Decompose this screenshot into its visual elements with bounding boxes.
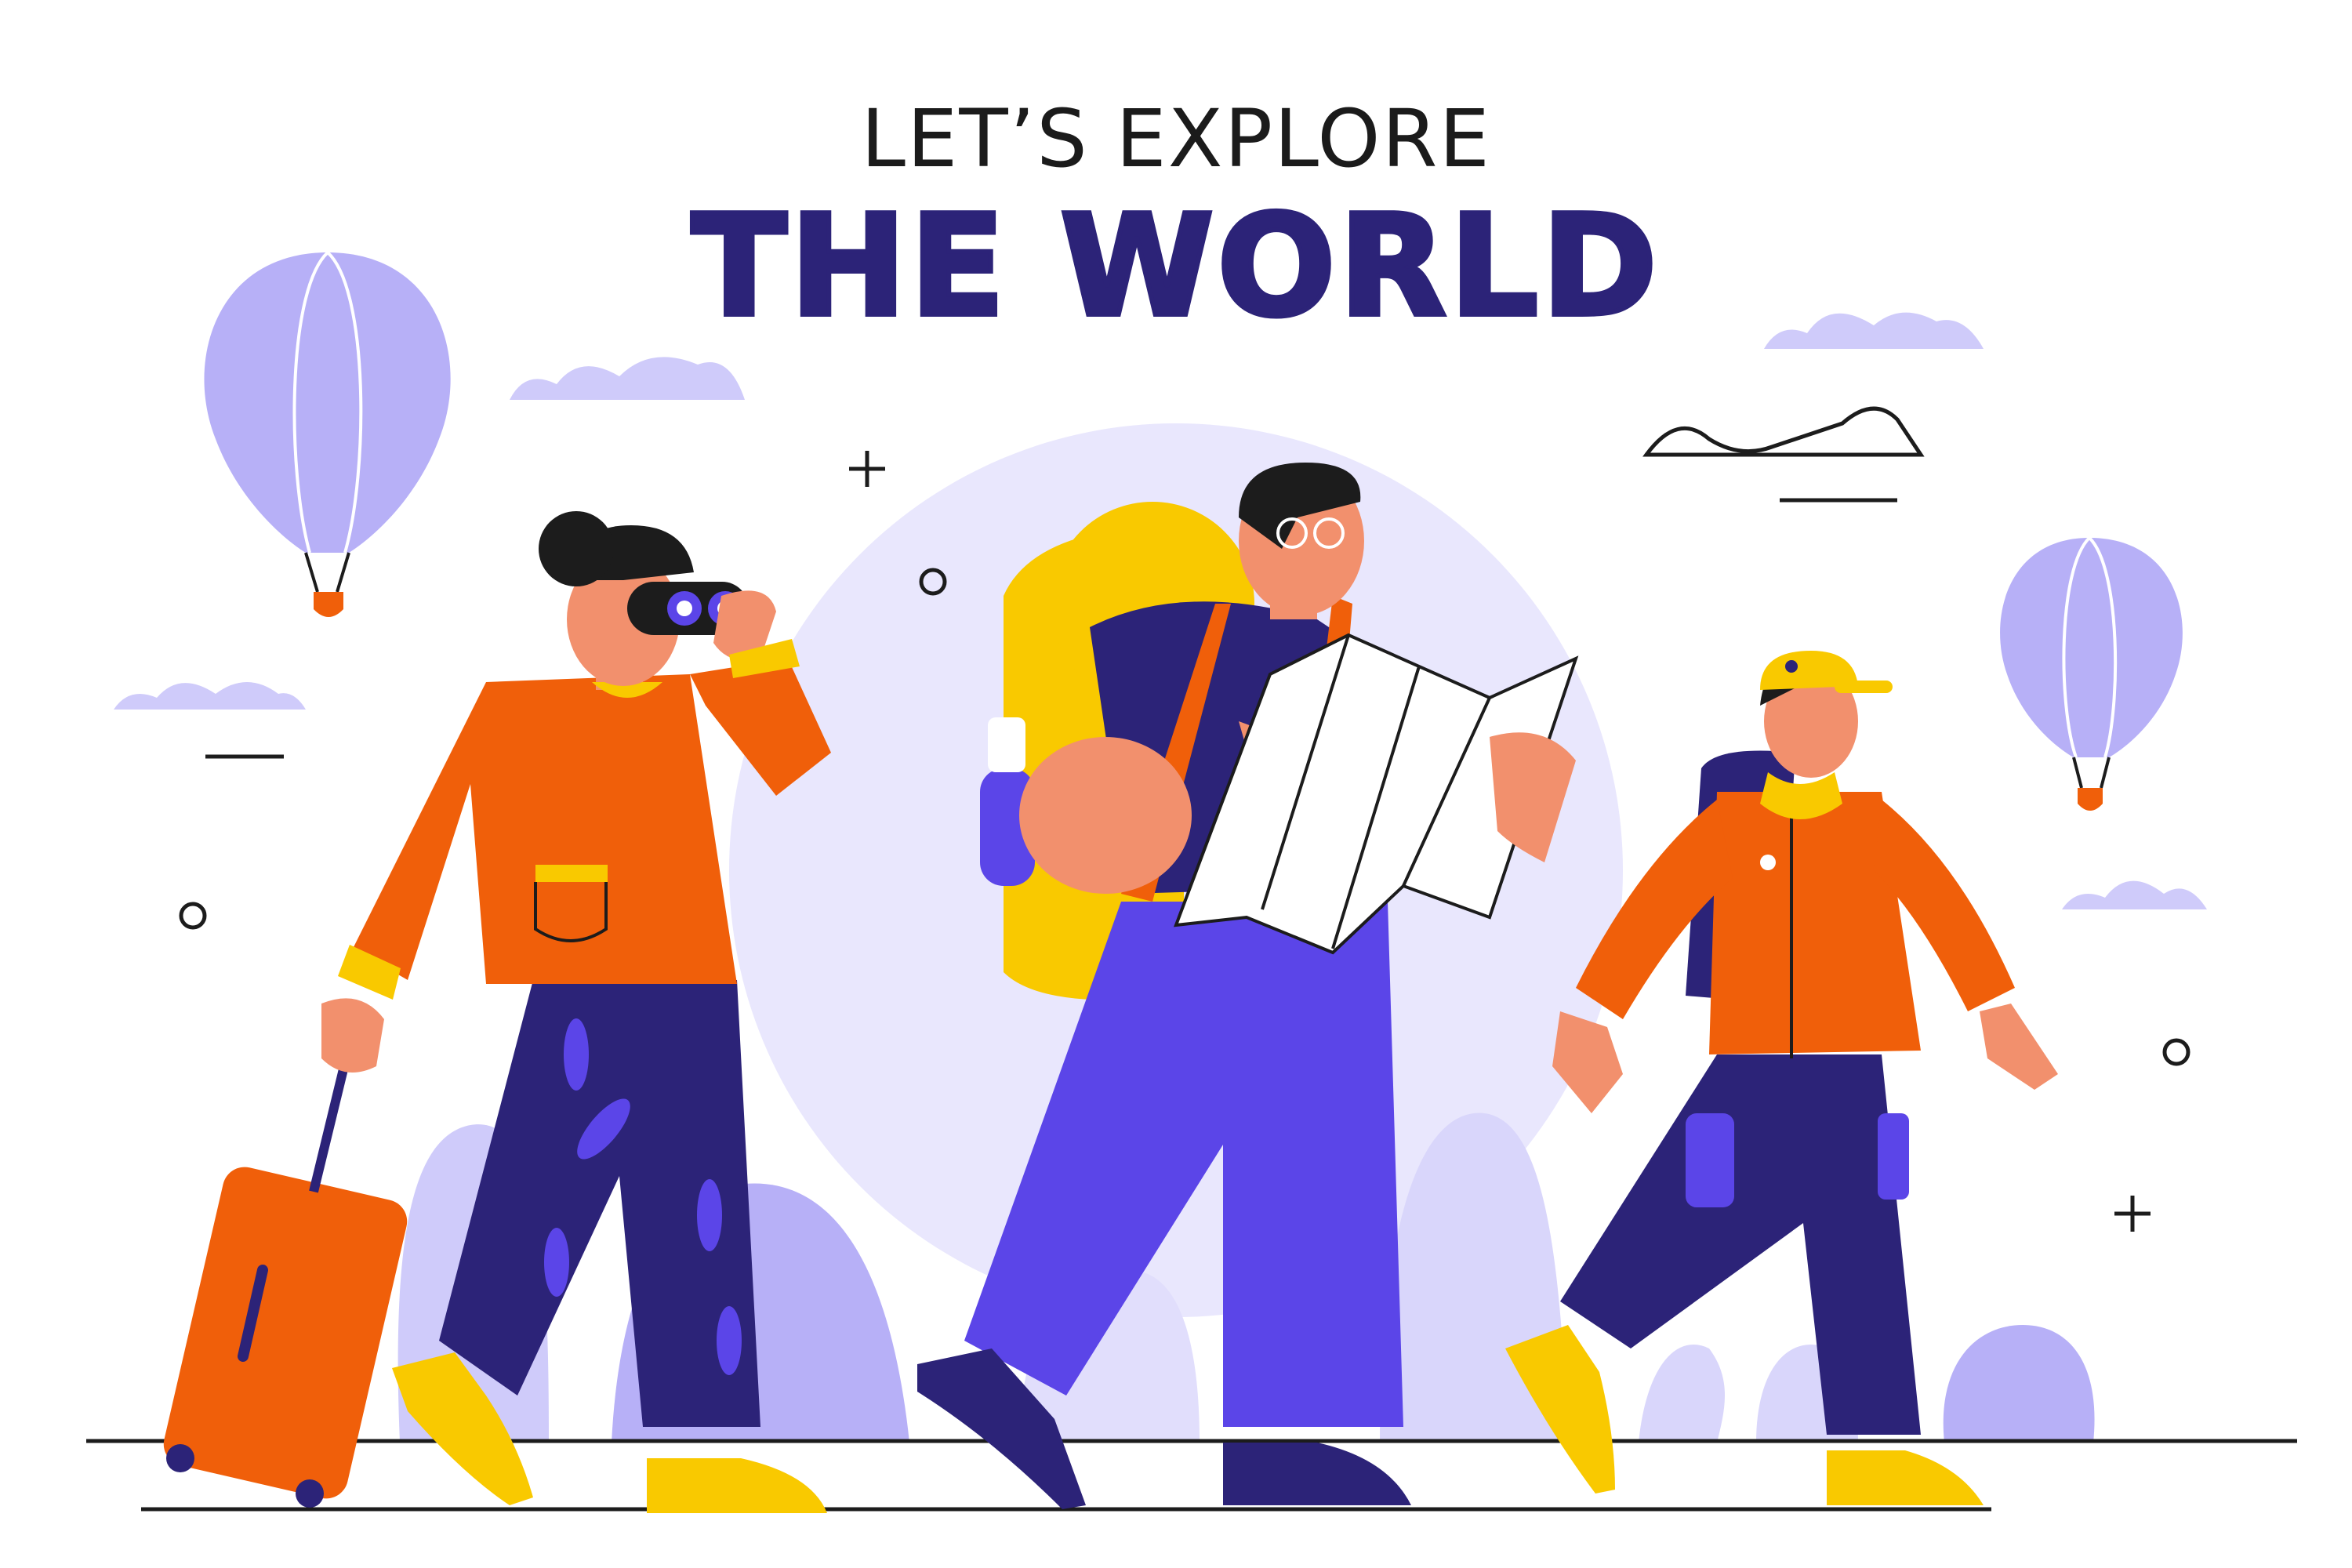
cloud-icon bbox=[114, 682, 306, 710]
plus-icon bbox=[849, 451, 885, 487]
hot-air-balloon-left bbox=[204, 251, 451, 617]
woman-with-binoculars bbox=[163, 511, 831, 1513]
mountain-outline-icon bbox=[1642, 406, 1925, 457]
plus-icon bbox=[2114, 1196, 2151, 1232]
cloud-icon bbox=[2062, 880, 2207, 909]
cloud-icon bbox=[1764, 312, 1984, 349]
travel-illustration bbox=[86, 251, 2297, 1513]
hot-air-balloon-right bbox=[2000, 536, 2183, 811]
dot-icon bbox=[2162, 1038, 2190, 1066]
dot-icon bbox=[179, 902, 207, 930]
cloud-icon bbox=[510, 357, 745, 400]
